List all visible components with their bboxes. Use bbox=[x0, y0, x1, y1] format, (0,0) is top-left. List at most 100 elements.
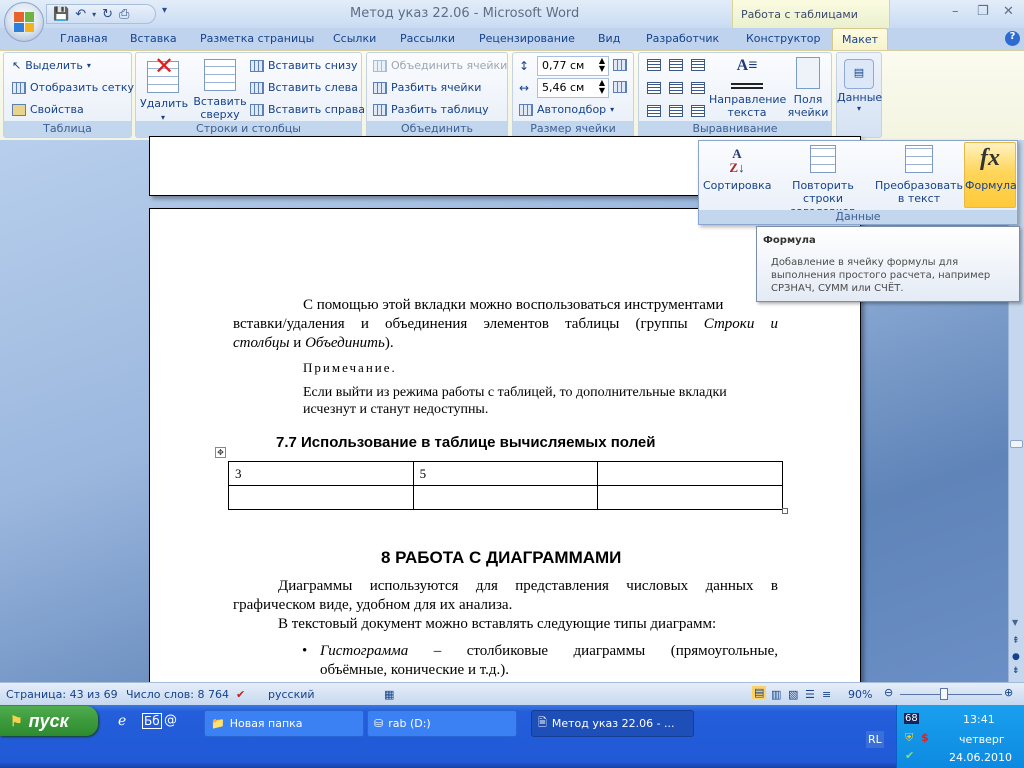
undo-dropdown-icon[interactable]: ▾ bbox=[92, 10, 96, 19]
spinner-icon[interactable]: ▲ ▼ bbox=[599, 79, 605, 95]
insert-right-button[interactable]: Вставить справа bbox=[250, 103, 365, 116]
page-count[interactable]: Страница: 43 из 69 bbox=[6, 688, 118, 701]
tab-mailings[interactable]: Рассылки bbox=[400, 32, 455, 45]
spinner-icon[interactable]: ▲ ▼ bbox=[599, 57, 605, 73]
tab-insert[interactable]: Вставка bbox=[130, 32, 177, 45]
office-button[interactable] bbox=[4, 2, 44, 42]
convert-to-text-button[interactable]: Преобразовать в текст bbox=[875, 145, 963, 205]
distribute-rows-icon[interactable] bbox=[613, 59, 627, 71]
formula-fx-icon: fx bbox=[980, 145, 1000, 171]
repeat-header-rows-button[interactable]: Повторить строкизаголовков bbox=[773, 145, 873, 218]
customize-qat-icon[interactable]: ▾ bbox=[162, 5, 167, 16]
draft-view-icon[interactable]: ≡ bbox=[822, 688, 831, 701]
language-indicator[interactable]: RL bbox=[866, 731, 884, 748]
security-shield-icon[interactable]: ⛨ bbox=[905, 731, 913, 745]
restore-button[interactable]: ❐ bbox=[977, 4, 989, 19]
merge-cells-button[interactable]: Объединить ячейки bbox=[373, 59, 507, 72]
spelling-check-icon[interactable]: ✔ bbox=[236, 688, 245, 701]
split-cells-button[interactable]: Разбить ячейки bbox=[373, 81, 481, 94]
tab-design[interactable]: Конструктор bbox=[746, 32, 820, 45]
zoom-level[interactable]: 90% bbox=[848, 688, 872, 701]
tab-layout[interactable]: Макет bbox=[832, 28, 888, 52]
align-top-center-icon[interactable] bbox=[669, 59, 683, 71]
column-width-input[interactable]: 5,46 см ▲ ▼ bbox=[537, 78, 609, 98]
print-layout-view-icon[interactable]: ▤ bbox=[752, 686, 767, 699]
zoom-in-icon[interactable]: ⊕ bbox=[1004, 686, 1013, 699]
align-middle-right-icon[interactable] bbox=[691, 82, 705, 94]
table-cell[interactable] bbox=[412, 485, 599, 510]
start-button[interactable]: ⚑ пуск bbox=[0, 706, 98, 736]
align-bottom-right-icon[interactable] bbox=[691, 105, 705, 117]
text-direction-button[interactable]: A≡ Направление текста bbox=[709, 57, 786, 119]
close-button[interactable]: ✕ bbox=[1003, 4, 1014, 19]
delete-button[interactable]: ✕ Удалить ▾ bbox=[140, 54, 188, 124]
minimize-button[interactable]: – bbox=[952, 4, 959, 19]
properties-button[interactable]: Свойства bbox=[12, 103, 84, 116]
sort-az-icon: A Z↓ bbox=[729, 146, 745, 175]
tooltip-title: Формула bbox=[763, 235, 816, 246]
show-grid-button[interactable]: Отобразить сетку bbox=[12, 81, 134, 94]
insert-below-button[interactable]: Вставить снизу bbox=[250, 59, 358, 72]
save-icon[interactable]: 💾 bbox=[53, 7, 69, 22]
align-middle-left-icon[interactable] bbox=[647, 82, 661, 94]
zoom-slider[interactable] bbox=[900, 694, 1002, 695]
table-cell[interactable]: 5 bbox=[412, 461, 599, 486]
scroll-down-icon[interactable]: ▼ bbox=[1012, 618, 1018, 627]
insert-above-button[interactable]: Вставить сверху bbox=[192, 59, 248, 121]
internet-explorer-icon[interactable]: ℯ bbox=[118, 713, 126, 729]
scrollbar-thumb[interactable] bbox=[1010, 440, 1023, 448]
zoom-slider-thumb[interactable] bbox=[940, 688, 948, 700]
align-bottom-center-icon[interactable] bbox=[669, 105, 683, 117]
print-icon[interactable]: ⎙ bbox=[119, 7, 129, 22]
paragraph-line: Диаграммы используются для представления… bbox=[278, 578, 778, 594]
align-bottom-left-icon[interactable] bbox=[647, 105, 661, 117]
table-cell[interactable] bbox=[597, 485, 783, 510]
redo-icon[interactable]: ↻ bbox=[102, 7, 113, 22]
zoom-out-icon[interactable]: ⊖ bbox=[884, 686, 893, 699]
tab-home[interactable]: Главная bbox=[60, 32, 108, 45]
data-button[interactable]: ▤ Данные ▾ bbox=[836, 52, 882, 138]
safe-remove-icon[interactable]: ✔ bbox=[905, 749, 914, 762]
tab-references[interactable]: Ссылки bbox=[333, 32, 376, 45]
undo-icon[interactable]: ↶ bbox=[75, 7, 86, 22]
table-cell[interactable] bbox=[597, 461, 783, 486]
outline-view-icon[interactable]: ☰ bbox=[805, 688, 815, 701]
autofit-button[interactable]: Автоподбор ▾ bbox=[519, 103, 614, 116]
browse-object-icon[interactable]: ● bbox=[1012, 652, 1020, 662]
insert-left-button[interactable]: Вставить слева bbox=[250, 81, 358, 94]
align-middle-center-icon[interactable] bbox=[669, 82, 683, 94]
table-cell[interactable] bbox=[228, 485, 414, 510]
word-count[interactable]: Число слов: 8 764 bbox=[126, 688, 229, 701]
align-top-right-icon[interactable] bbox=[691, 59, 705, 71]
cell-margins-button[interactable]: Поля ячейки bbox=[787, 57, 829, 119]
formula-button[interactable]: fx Формула bbox=[964, 142, 1017, 208]
tray-app-icon[interactable]: $ bbox=[921, 731, 929, 744]
tray-counter[interactable]: 68 bbox=[904, 713, 919, 724]
taskbar-item-active[interactable]: 🗎 Метод указ 22.06 - ... bbox=[531, 710, 694, 737]
table-cell[interactable]: 3 bbox=[228, 461, 414, 486]
email-icon[interactable]: @ bbox=[164, 713, 177, 728]
table-move-handle-icon[interactable]: ✥ bbox=[215, 447, 226, 458]
select-button[interactable]: ↖ Выделить ▾ bbox=[12, 59, 91, 72]
web-layout-icon[interactable]: ▧ bbox=[788, 688, 798, 701]
tab-developer[interactable]: Разработчик bbox=[646, 32, 719, 45]
row-height-input[interactable]: 0,77 см ▲ ▼ bbox=[537, 56, 609, 76]
taskbar-item[interactable]: ⛁ rab (D:) bbox=[367, 710, 517, 737]
tab-view[interactable]: Вид bbox=[598, 32, 620, 45]
taskbar-item[interactable]: 📁 Новая папка bbox=[204, 710, 364, 737]
language[interactable]: русский bbox=[268, 688, 315, 701]
macro-record-icon[interactable]: ▦ bbox=[384, 688, 394, 701]
help-icon[interactable]: ? bbox=[1005, 31, 1020, 46]
tab-review[interactable]: Рецензирование bbox=[479, 32, 575, 45]
next-page-icon[interactable]: ⇟ bbox=[1012, 666, 1020, 676]
full-screen-reading-icon[interactable]: ▥ bbox=[771, 688, 781, 701]
paragraph-line: столбцы и Объединить). bbox=[233, 334, 394, 353]
split-table-button[interactable]: Разбить таблицу bbox=[373, 103, 489, 116]
previous-page-icon[interactable]: ⇞ bbox=[1012, 636, 1020, 646]
table-resize-handle[interactable] bbox=[782, 508, 788, 514]
quick-launch-icon[interactable]: Бб bbox=[142, 713, 162, 729]
distribute-columns-icon[interactable] bbox=[613, 81, 627, 93]
align-top-left-icon[interactable] bbox=[647, 59, 661, 71]
sort-button[interactable]: A Z↓ Сортировка bbox=[703, 145, 772, 193]
tab-page-layout[interactable]: Разметка страницы bbox=[200, 32, 314, 45]
